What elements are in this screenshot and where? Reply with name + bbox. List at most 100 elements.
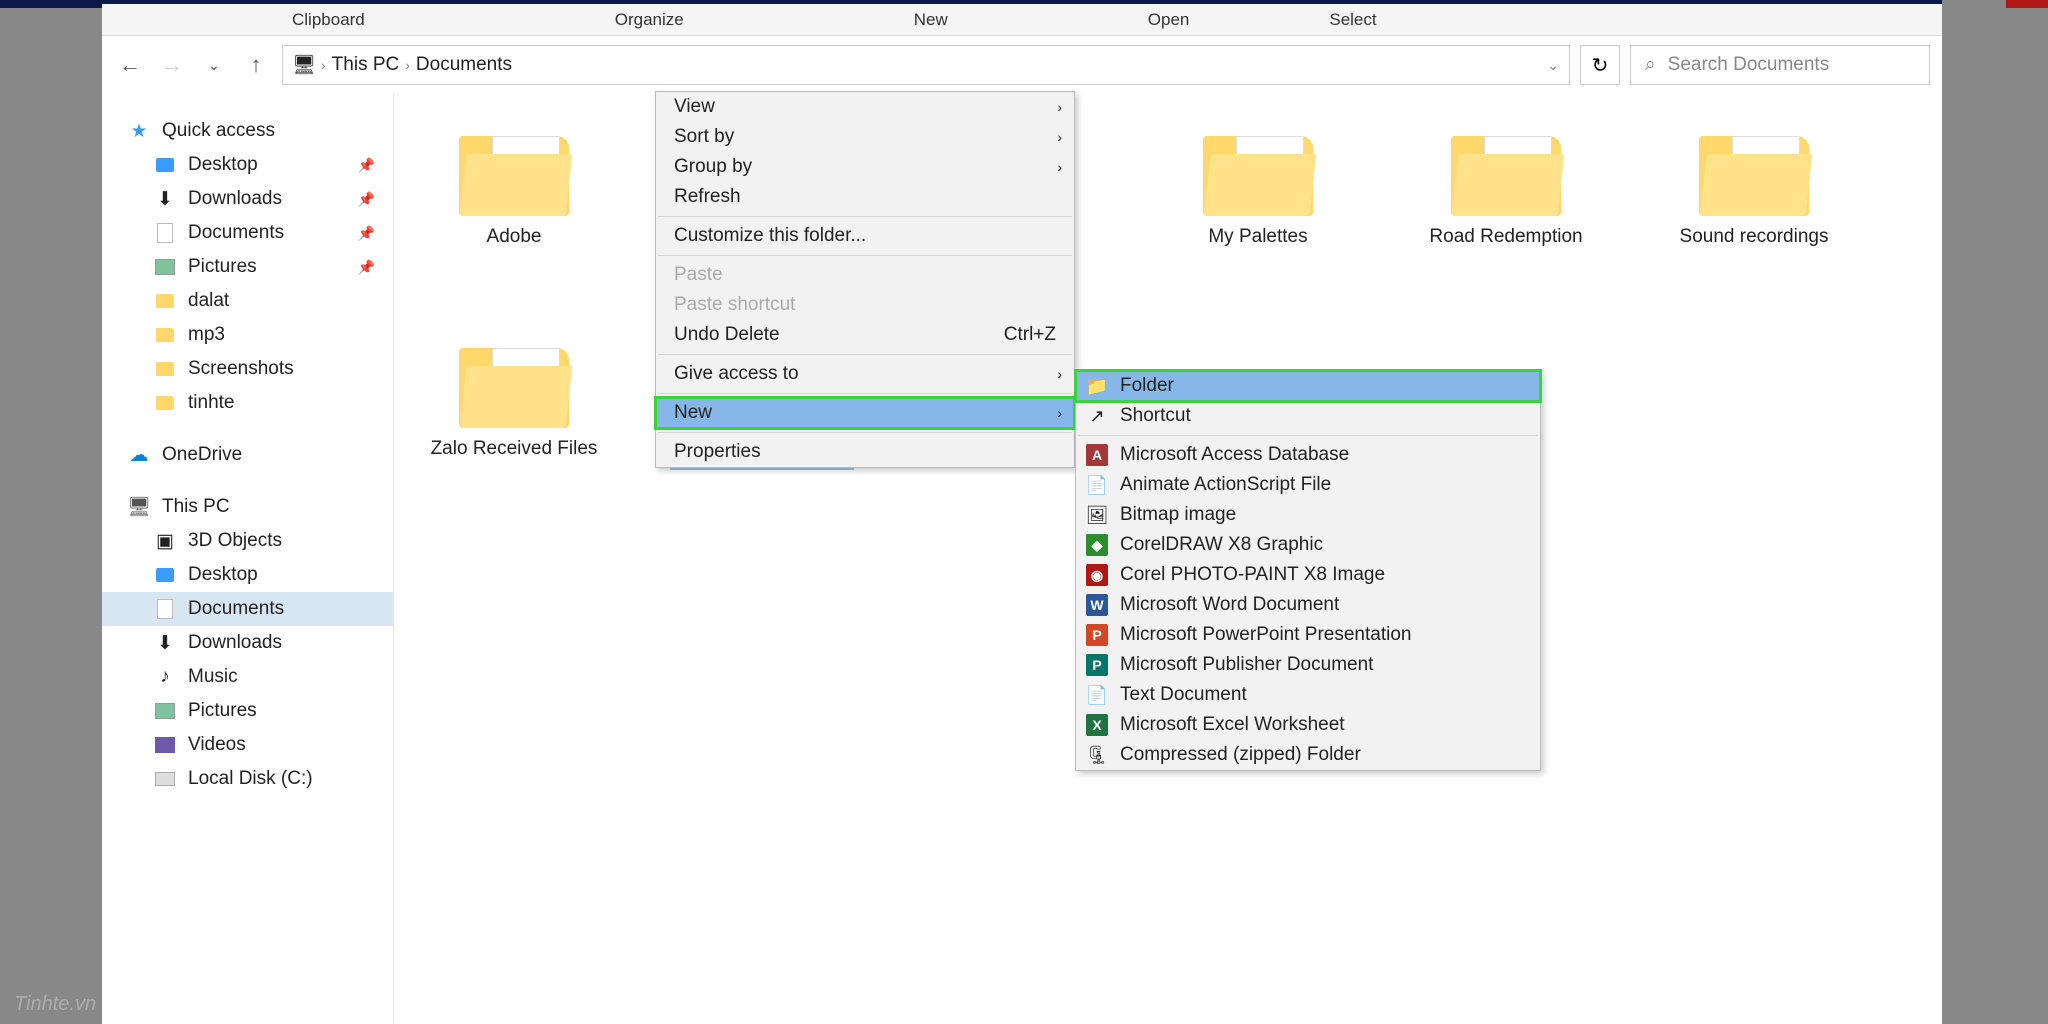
shortcut-label: Ctrl+Z: [1004, 324, 1056, 346]
sidebar-item-downloads[interactable]: ⬇Downloads📌: [102, 182, 393, 216]
sidebar-onedrive[interactable]: ☁ OneDrive: [102, 438, 393, 472]
fold-icon: [154, 324, 176, 346]
star-icon: ★: [128, 120, 150, 142]
folder-label: Sound recordings: [1680, 226, 1829, 248]
fold-icon: [154, 290, 176, 312]
sidebar-item-label: Documents: [188, 222, 284, 244]
sidebar-item-label: mp3: [188, 324, 225, 346]
new-bitmap-image[interactable]: 🖼Bitmap image: [1076, 500, 1540, 530]
nav-forward-button[interactable]: →: [156, 49, 188, 81]
ctx-new[interactable]: New›: [656, 398, 1074, 428]
3d-icon: ▣: [154, 530, 176, 552]
sidebar-item-pictures[interactable]: Pictures 📌: [102, 250, 393, 284]
chevron-right-icon: ›: [321, 57, 326, 73]
refresh-button[interactable]: ↻: [1580, 45, 1620, 85]
ctx-customize[interactable]: Customize this folder...: [656, 221, 1074, 251]
folder-label: Adobe: [487, 226, 542, 248]
folder-sound-recordings[interactable]: Sound recordings: [1664, 116, 1844, 248]
nav-back-button[interactable]: ←: [114, 49, 146, 81]
sidebar-item-music[interactable]: ♪Music: [102, 660, 393, 694]
sidebar-item-documents[interactable]: Documents: [102, 592, 393, 626]
file-type-icon: 📄: [1086, 684, 1108, 706]
chevron-down-icon[interactable]: ⌄: [1547, 57, 1559, 74]
sidebar-item-tinhte[interactable]: tinhte: [102, 386, 393, 420]
sidebar-item-desktop[interactable]: Desktop📌: [102, 148, 393, 182]
sidebar-item-downloads[interactable]: ⬇Downloads: [102, 626, 393, 660]
sidebar-item-desktop[interactable]: Desktop: [102, 558, 393, 592]
nav-recent-dropdown[interactable]: ⌄: [198, 49, 230, 81]
sidebar-item-label: Videos: [188, 734, 246, 756]
new-shortcut[interactable]: ↗Shortcut: [1076, 401, 1540, 431]
file-type-icon: 📁: [1086, 375, 1108, 397]
submenu-label: Folder: [1120, 375, 1174, 397]
ribbon-group-clipboard: Clipboard: [242, 10, 415, 30]
folder-road-redemption[interactable]: Road Redemption: [1416, 116, 1596, 248]
file-type-icon: ◆: [1086, 534, 1108, 556]
sidebar-item-pictures[interactable]: Pictures: [102, 694, 393, 728]
file-type-icon: 🗜: [1086, 744, 1108, 766]
sidebar-item-screenshots[interactable]: Screenshots: [102, 352, 393, 386]
sidebar-item-label: Desktop: [188, 154, 258, 176]
sidebar-item-documents[interactable]: Documents 📌: [102, 216, 393, 250]
folder-icon: [454, 116, 574, 226]
sidebar-item-videos[interactable]: Videos: [102, 728, 393, 762]
file-type-icon: W: [1086, 594, 1108, 616]
new-animate-actionscript-file[interactable]: 📄Animate ActionScript File: [1076, 470, 1540, 500]
vid-icon: [154, 734, 176, 756]
sidebar-quick-access[interactable]: ★ Quick access: [102, 114, 393, 148]
titlebar-left-strip: [0, 0, 102, 8]
folder-zalo-received-files[interactable]: Zalo Received Files: [424, 328, 604, 468]
ctx-group-by[interactable]: Group by›: [656, 152, 1074, 182]
sidebar-item-label: Pictures: [188, 256, 257, 278]
new-text-document[interactable]: 📄Text Document: [1076, 680, 1540, 710]
new-compressed-zipped-folder[interactable]: 🗜Compressed (zipped) Folder: [1076, 740, 1540, 770]
folder-my-palettes[interactable]: My Palettes: [1168, 116, 1348, 248]
file-type-icon: X: [1086, 714, 1108, 736]
search-input[interactable]: ⌕ Search Documents: [1630, 45, 1930, 85]
sidebar-item-dalat[interactable]: dalat: [102, 284, 393, 318]
new-microsoft-excel-worksheet[interactable]: XMicrosoft Excel Worksheet: [1076, 710, 1540, 740]
ctx-undo-delete[interactable]: Undo DeleteCtrl+Z: [656, 320, 1074, 350]
pin-icon: 📌: [358, 225, 375, 242]
folder-icon: [454, 328, 574, 438]
sidebar-item-label: Local Disk (C:): [188, 768, 313, 790]
folder-icon: [1694, 116, 1814, 226]
sidebar-item-label: dalat: [188, 290, 229, 312]
breadcrumb[interactable]: 🖥 › This PC › Documents ⌄: [282, 45, 1570, 85]
ctx-refresh[interactable]: Refresh: [656, 182, 1074, 212]
new-microsoft-word-document[interactable]: W Microsoft Word Document: [1076, 590, 1540, 620]
submenu-label: CorelDRAW X8 Graphic: [1120, 534, 1323, 556]
separator: [658, 393, 1072, 394]
ctx-properties[interactable]: Properties: [656, 437, 1074, 467]
submenu-label: Microsoft Word Document: [1120, 594, 1339, 616]
download-icon: ⬇: [154, 632, 176, 654]
folder-adobe[interactable]: Adobe: [424, 116, 604, 248]
disk-icon: [154, 768, 176, 790]
sidebar-item-mp3[interactable]: mp3: [102, 318, 393, 352]
ribbon-group-new: New: [864, 10, 998, 30]
ribbon-group-labels: Clipboard Organize New Open Select: [102, 4, 1942, 36]
nav-up-button[interactable]: ↑: [240, 49, 272, 81]
ctx-sort-by[interactable]: Sort by›: [656, 122, 1074, 152]
breadcrumb-documents[interactable]: Documents: [416, 54, 512, 76]
ctx-paste: Paste: [656, 260, 1074, 290]
new-microsoft-access-database[interactable]: AMicrosoft Access Database: [1076, 440, 1540, 470]
breadcrumb-thispc[interactable]: This PC: [332, 54, 400, 76]
submenu-label: Animate ActionScript File: [1120, 474, 1331, 496]
sidebar-item-label: tinhte: [188, 392, 234, 414]
ctx-give-access[interactable]: Give access to›: [656, 359, 1074, 389]
sidebar-this-pc[interactable]: 🖥 This PC: [102, 490, 393, 524]
new-microsoft-powerpoint-presentation[interactable]: PMicrosoft PowerPoint Presentation: [1076, 620, 1540, 650]
pin-icon: 📌: [358, 259, 375, 276]
new-microsoft-publisher-document[interactable]: PMicrosoft Publisher Document: [1076, 650, 1540, 680]
folder-icon: [1198, 116, 1318, 226]
ctx-view[interactable]: View›: [656, 92, 1074, 122]
sidebar-item-local-disk-c-[interactable]: Local Disk (C:): [102, 762, 393, 796]
new-coreldraw-x8-graphic[interactable]: ◆ CorelDRAW X8 Graphic: [1076, 530, 1540, 560]
file-pane[interactable]: Adobe Co nic Arts My Palettes Road Redem…: [394, 94, 1942, 1024]
sidebar-item-3d-objects[interactable]: ▣3D Objects: [102, 524, 393, 558]
ribbon-group-organize: Organize: [565, 10, 734, 30]
pin-icon: 📌: [358, 191, 375, 208]
new-corel-photo-paint-x8-image[interactable]: ◉Corel PHOTO-PAINT X8 Image: [1076, 560, 1540, 590]
new-folder[interactable]: 📁 Folder: [1076, 371, 1540, 401]
